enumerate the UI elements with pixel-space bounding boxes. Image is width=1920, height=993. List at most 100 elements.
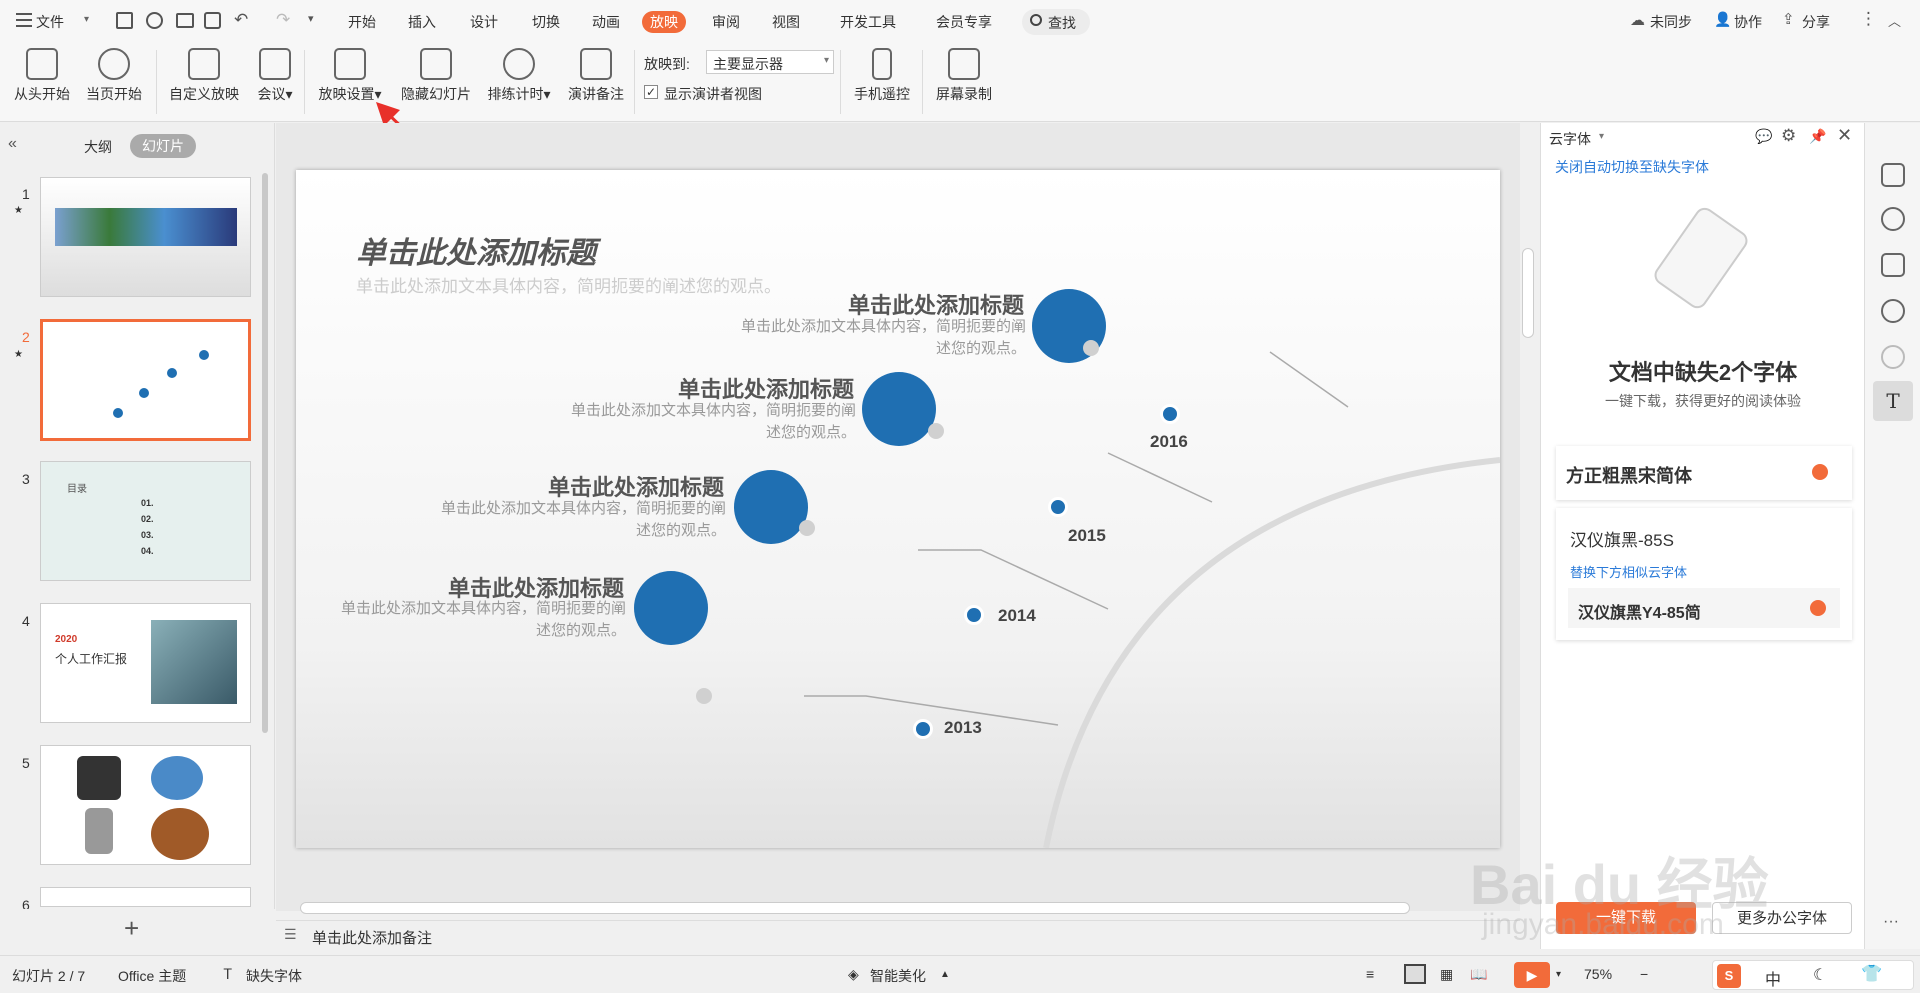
ime-mode[interactable]: 中: [1765, 966, 1781, 990]
font-card-2[interactable]: 汉仪旗黑-85S 替换下方相似云字体 汉仪旗黑Y4-85简: [1556, 508, 1852, 640]
item-desc[interactable]: 单击此处添加文本具体内容，简明扼要的阐 述您的观点。: [716, 316, 1026, 360]
file-menu[interactable]: 文件: [36, 11, 64, 33]
add-slide-icon[interactable]: +: [124, 913, 139, 944]
tab-slideshow[interactable]: 放映: [642, 11, 686, 33]
grid-view-icon[interactable]: ▦: [1440, 966, 1453, 983]
speaker-notes-button[interactable]: 演讲备注: [562, 48, 630, 104]
custom-show-button[interactable]: 自定义放映: [164, 48, 244, 104]
screen-record-button[interactable]: 屏幕录制: [930, 48, 998, 104]
export-icon[interactable]: [146, 12, 163, 29]
save-icon[interactable]: [116, 12, 133, 29]
redo-icon[interactable]: ↷: [276, 10, 290, 30]
slide-thumbnail-1[interactable]: [40, 177, 251, 297]
ime-toolbar[interactable]: S 中 ☾ 👕: [1712, 960, 1914, 990]
item-desc[interactable]: 单击此处添加文本具体内容，简明扼要的阐 述您的观点。: [316, 598, 626, 642]
notes-area[interactable]: ☰ 单击此处添加备注: [276, 920, 1520, 948]
slide-thumbnail-5[interactable]: [40, 745, 251, 865]
chevron-down-icon[interactable]: ▾: [1556, 969, 1561, 980]
zoom-out-icon[interactable]: −: [1640, 966, 1648, 982]
normal-view-icon[interactable]: [1404, 964, 1426, 984]
tab-view[interactable]: 视图: [764, 11, 808, 33]
sliders-icon[interactable]: [1881, 163, 1905, 187]
star-icon: ★: [14, 205, 23, 216]
tab-review[interactable]: 审阅: [704, 11, 748, 33]
smart-beautify[interactable]: 智能美化: [870, 966, 926, 986]
missing-font-status[interactable]: 缺失字体: [246, 966, 302, 986]
zoom-level[interactable]: 75%: [1584, 966, 1612, 982]
sync-status[interactable]: 未同步: [1650, 11, 1692, 33]
phone-remote-button[interactable]: 手机遥控: [848, 48, 916, 104]
collab-button[interactable]: 协作: [1734, 11, 1762, 33]
pin-icon[interactable]: 📌: [1809, 128, 1826, 145]
slide-thumbnail-4[interactable]: 2020 个人工作汇报: [40, 603, 251, 723]
item-desc[interactable]: 单击此处添加文本具体内容，简明扼要的阐 述您的观点。: [546, 400, 856, 444]
slide-thumbnail-3[interactable]: 目录 01. 02. 03. 04.: [40, 461, 251, 581]
chevron-up-icon[interactable]: ▲: [940, 969, 950, 980]
tab-design[interactable]: 设计: [462, 11, 506, 33]
help-icon[interactable]: [1881, 299, 1905, 323]
monitor-icon[interactable]: [862, 372, 936, 446]
show-settings-button[interactable]: 放映设置▾: [312, 48, 388, 104]
font-card-1[interactable]: 方正粗黑宋简体: [1556, 446, 1852, 500]
collapse-panel-icon[interactable]: «: [8, 135, 17, 153]
slide-canvas[interactable]: 单击此处添加标题 单击此处添加文本具体内容，简明扼要的阐述您的观点。 单击此处添…: [296, 170, 1500, 848]
tab-developer[interactable]: 开发工具: [832, 11, 904, 33]
chat-icon[interactable]: 💬: [1755, 128, 1772, 145]
moon-icon[interactable]: ☾: [1813, 965, 1827, 985]
share-button[interactable]: 分享: [1802, 11, 1830, 33]
collapse-ribbon-icon[interactable]: ︿: [1888, 11, 1901, 30]
star-icon[interactable]: [1881, 207, 1905, 231]
download-icon[interactable]: [1810, 600, 1826, 616]
from-start-button[interactable]: 从头开始: [10, 48, 74, 104]
tab-outline[interactable]: 大纲: [84, 137, 112, 157]
from-current-button[interactable]: 当页开始: [82, 48, 146, 104]
undo-icon[interactable]: ↶: [234, 10, 248, 30]
more-icon[interactable]: ▾: [308, 12, 314, 25]
reading-view-icon[interactable]: 📖: [1470, 966, 1487, 983]
hide-slide-button[interactable]: 隐藏幻灯片: [394, 48, 478, 104]
horizontal-scrollbar[interactable]: [300, 902, 1410, 914]
tab-member[interactable]: 会员专享: [928, 11, 1000, 33]
user-icon[interactable]: 👤: [1714, 11, 1731, 28]
cloud-icon[interactable]: ☁: [1630, 11, 1645, 29]
more-vertical-icon[interactable]: ⋮: [1860, 9, 1877, 29]
tab-transition[interactable]: 切换: [524, 11, 568, 33]
presenter-view-checkbox[interactable]: ✓: [644, 85, 658, 99]
copy-icon[interactable]: [1881, 253, 1905, 277]
font-panel-toggle[interactable]: T: [1873, 381, 1913, 421]
panel-title[interactable]: 云字体: [1549, 129, 1591, 149]
tab-insert[interactable]: 插入: [400, 11, 444, 33]
download-icon[interactable]: [1812, 464, 1828, 480]
search-box[interactable]: 查找: [1022, 9, 1090, 35]
theme-name[interactable]: Office 主题: [118, 966, 186, 986]
slide-thumbnail-6[interactable]: [40, 887, 251, 907]
tab-animation[interactable]: 动画: [584, 11, 628, 33]
bulb-icon[interactable]: [1881, 345, 1905, 369]
slide-thumbnail-2[interactable]: [40, 319, 251, 441]
thumb5-image: [151, 808, 209, 860]
panel-scrollbar[interactable]: [262, 173, 268, 733]
print-icon[interactable]: [176, 13, 194, 28]
auto-switch-link[interactable]: 关闭自动切换至缺失字体: [1555, 157, 1709, 177]
item-desc[interactable]: 单击此处添加文本具体内容，简明扼要的阐 述您的观点。: [416, 498, 726, 542]
shirt-icon[interactable]: 👕: [1861, 964, 1882, 984]
show-to-select[interactable]: 主要显示器 ▾: [706, 50, 834, 74]
notes-toggle-icon[interactable]: ≡: [1366, 966, 1374, 982]
meeting-button[interactable]: 会议▾: [250, 48, 300, 104]
gear-icon[interactable]: ⚙: [1781, 126, 1796, 146]
magnifier-icon[interactable]: [634, 571, 708, 645]
more-horizontal-icon[interactable]: ···: [1883, 913, 1899, 931]
rehearse-button[interactable]: 排练计时▾: [482, 48, 556, 104]
close-icon[interactable]: ✕: [1837, 125, 1852, 146]
pencil-icon[interactable]: [734, 470, 808, 544]
tab-home[interactable]: 开始: [340, 11, 384, 33]
tab-slides[interactable]: 幻灯片: [130, 134, 196, 158]
alt-font-row[interactable]: 汉仪旗黑Y4-85简: [1568, 588, 1840, 628]
play-slideshow-button[interactable]: ▶: [1514, 962, 1550, 988]
vertical-scrollbar[interactable]: [1522, 248, 1534, 338]
chevron-down-icon[interactable]: ▾: [1599, 131, 1604, 142]
chevron-down-icon[interactable]: ▾: [84, 14, 89, 25]
hamburger-icon[interactable]: [16, 13, 32, 27]
share-icon[interactable]: ⇪: [1782, 10, 1795, 28]
preview-icon[interactable]: [204, 12, 221, 29]
